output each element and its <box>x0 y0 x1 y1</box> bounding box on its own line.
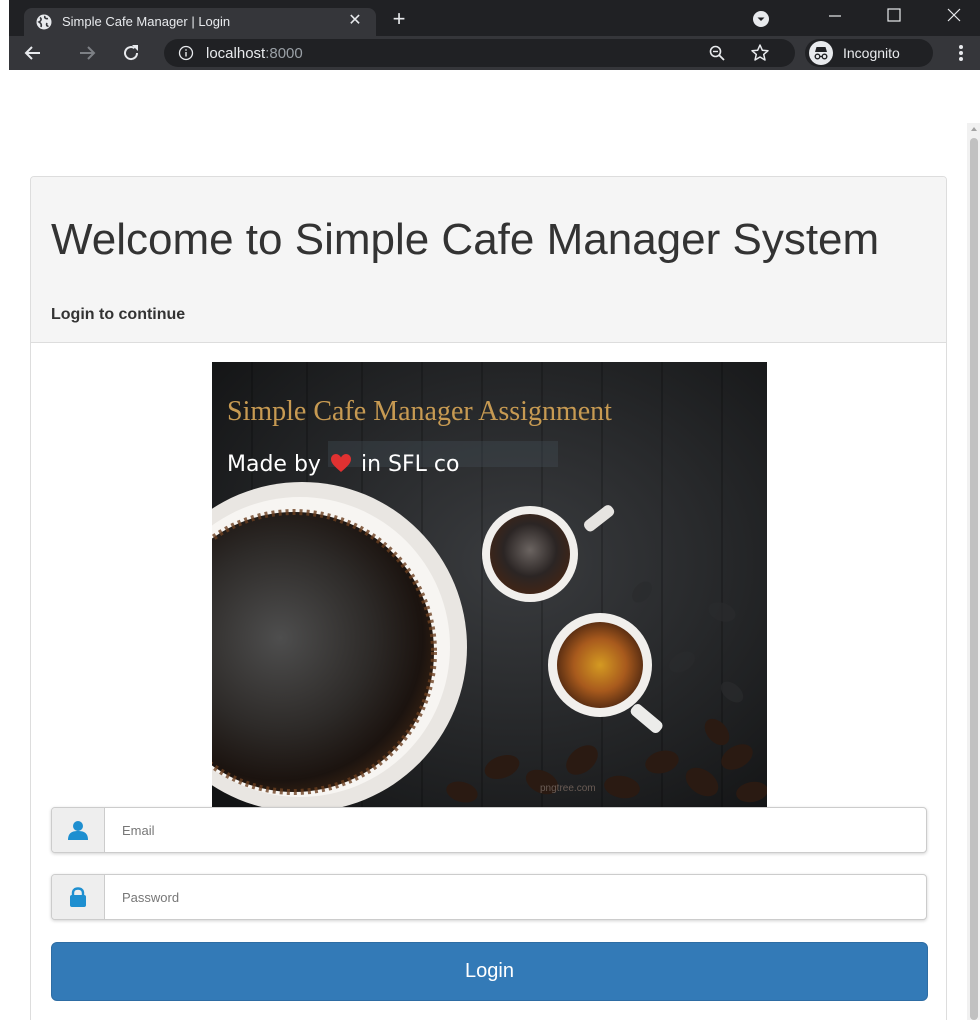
address-bar[interactable]: localhost:8000 <box>164 39 795 67</box>
login-button[interactable]: Login <box>51 942 928 1001</box>
incognito-label: Incognito <box>843 45 900 61</box>
maximize-icon[interactable] <box>877 4 911 30</box>
globe-icon <box>36 14 52 30</box>
url-host: localhost <box>206 45 266 62</box>
browser-toolbar: localhost:8000 Incognito <box>9 36 980 70</box>
page-subtitle: Login to continue <box>51 306 186 323</box>
made-in-text: in SFL co <box>360 452 460 477</box>
url-port: :8000 <box>265 45 303 62</box>
reload-icon[interactable] <box>119 41 143 65</box>
incognito-icon <box>809 41 833 65</box>
made-by-text: Made by <box>227 452 321 477</box>
info-icon[interactable] <box>178 45 194 61</box>
hero-image: Simple Cafe Manager Assignment Made by i… <box>212 362 767 807</box>
tab-strip: Simple Cafe Manager | Login ✕ + <box>9 0 980 36</box>
new-tab-icon[interactable]: + <box>387 7 411 31</box>
coffee-illustration <box>212 362 767 807</box>
zoom-icon[interactable] <box>708 44 726 62</box>
email-input[interactable] <box>106 808 926 852</box>
lock-icon <box>70 887 86 907</box>
user-icon <box>68 821 88 840</box>
login-panel: Welcome to Simple Cafe Manager System Lo… <box>30 176 947 1020</box>
heart-icon <box>330 454 351 472</box>
password-input[interactable] <box>106 875 926 919</box>
email-addon <box>52 808 105 852</box>
window-edge <box>0 0 9 1020</box>
tab-search-icon[interactable] <box>751 9 771 29</box>
hero-title: Simple Cafe Manager Assignment <box>227 396 612 427</box>
forward-arrow-icon[interactable] <box>75 41 99 65</box>
email-input-group <box>51 807 927 853</box>
tab-close-icon[interactable]: ✕ <box>344 10 366 32</box>
back-arrow-icon[interactable] <box>21 41 45 65</box>
page-title: Welcome to Simple Cafe Manager System <box>51 215 880 264</box>
scroll-up-arrow-icon[interactable] <box>970 125 978 133</box>
window-close-icon[interactable] <box>937 4 971 30</box>
browser-tab[interactable]: Simple Cafe Manager | Login ✕ <box>24 8 376 36</box>
panel-heading: Welcome to Simple Cafe Manager System Lo… <box>31 177 946 343</box>
password-input-group <box>51 874 927 920</box>
password-addon <box>52 875 105 919</box>
tab-title: Simple Cafe Manager | Login <box>62 14 231 29</box>
url-text: localhost:8000 <box>206 45 303 62</box>
minimize-icon[interactable] <box>817 4 851 30</box>
kebab-menu-icon[interactable] <box>953 41 969 65</box>
scrollbar-thumb[interactable] <box>970 138 978 1020</box>
watermark: pngtree.com <box>540 783 596 794</box>
incognito-badge[interactable]: Incognito <box>805 39 933 67</box>
bookmark-star-icon[interactable] <box>750 43 770 63</box>
hero-made-by: Made by in SFL co <box>227 452 459 477</box>
